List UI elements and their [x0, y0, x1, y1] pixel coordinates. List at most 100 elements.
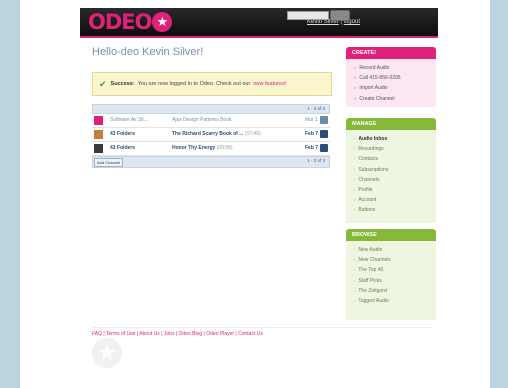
sidebar-item-import-audio[interactable]: ○ Import Audio: [354, 83, 436, 93]
success-text: You are now logged in to Odeo. Check out…: [137, 81, 251, 87]
sidebar-item-zeitgeist[interactable]: › The Zeitgeist: [354, 286, 436, 296]
channel-name[interactable]: Software As Sli...: [110, 117, 148, 123]
sidebar-item-profile[interactable]: › Profile: [354, 185, 436, 195]
sidebar-item-create-channel[interactable]: ○ Create Channel: [354, 94, 436, 104]
sidebar-item-label: The Zeitgeist: [358, 287, 388, 294]
sidebar-item-channels[interactable]: › Channels: [354, 175, 436, 185]
sidebar-item-call[interactable]: ○ Call 415-856-0205: [354, 73, 436, 83]
episode-title[interactable]: The Richard Scarry Book of ... (07:48): [172, 131, 261, 137]
sidebar-item-label: The Top 40: [358, 267, 384, 274]
new-features-link[interactable]: new features!: [253, 81, 286, 87]
arrow-icon: ›: [354, 176, 356, 182]
arrow-icon: ›: [354, 257, 356, 263]
sidebar-item-label: Buttons: [358, 207, 376, 214]
episode-duration: (09:56): [216, 145, 233, 151]
arrow-icon: ›: [354, 197, 356, 203]
manage-panel: MANAGE › Audio Inbox › Recordings › Contact…: [346, 118, 436, 223]
table-row[interactable]: 43 Folders Honor Thy Energy (09:56) Feb …: [92, 142, 330, 156]
play-icon[interactable]: [320, 130, 328, 138]
table-footer: Add Channel 1 - 3 of 3: [92, 156, 330, 168]
logo-text: ODEO: [88, 10, 152, 34]
success-message: ✔ Success: You are now logged in to Odeo…: [92, 72, 332, 96]
search-input[interactable]: [287, 11, 329, 20]
sidebar-item-label: Recordings: [358, 146, 384, 153]
episode-date: Mar 1: [305, 117, 318, 123]
sidebar-item-label: Create Channel: [359, 95, 395, 102]
arrow-icon: ›: [354, 136, 356, 141]
sidebar-item-recordings[interactable]: › Recordings: [354, 144, 436, 154]
sidebar-item-staff-picks[interactable]: › Staff Picks: [354, 276, 436, 286]
create-panel-title: CREATE!: [346, 47, 436, 59]
sidebar-item-label: Audio Inbox: [358, 136, 388, 142]
sidebar-item-label: New Audio: [358, 247, 383, 253]
success-label: Success:: [110, 81, 135, 87]
channel-name[interactable]: 43 Folders: [110, 131, 135, 137]
top-header: ODEO ★ Kevin Silver | logout: [80, 8, 438, 38]
bullet-icon: ○: [354, 85, 357, 91]
pager-bottom: 1 - 3 of 3: [307, 158, 325, 163]
browse-panel: BROWSE › New Audio › New Channels › The Top…: [346, 229, 436, 320]
arrow-icon: ›: [354, 247, 356, 252]
sidebar-item-label: Subscriptions: [358, 166, 389, 173]
browse-menu: › New Audio › New Channels › The Top 40 › St…: [346, 241, 436, 320]
arrow-icon: ›: [354, 298, 356, 304]
sidebar-item-new-audio[interactable]: › New Audio: [354, 245, 436, 255]
star-watermark-icon: ★: [92, 338, 122, 368]
play-icon[interactable]: [320, 116, 328, 124]
page-title: Hello-deo Kevin Silver!: [92, 46, 204, 58]
arrow-icon: ›: [354, 287, 356, 293]
bullet-icon: ○: [354, 75, 357, 81]
sidebar-item-audio-inbox[interactable]: › Audio Inbox: [354, 134, 436, 144]
manage-panel-title: MANAGE: [346, 118, 436, 130]
sidebar-item-label: Channels: [358, 176, 380, 183]
sidebar-item-label: Call 415-856-0205: [359, 75, 401, 82]
table-row[interactable]: 43 Folders The Richard Scarry Book of ..…: [92, 128, 330, 142]
add-channel-button[interactable]: Add Channel: [94, 158, 124, 167]
bullet-icon: ○: [354, 95, 357, 101]
right-frame: [490, 0, 508, 388]
channel-thumbnail: [94, 116, 103, 125]
episode-title[interactable]: Ajax Design Patterns Book: [172, 117, 231, 123]
table-row[interactable]: Software As Sli... Ajax Design Patterns …: [92, 114, 330, 128]
episode-title-text: The Richard Scarry Book of ...: [172, 131, 244, 137]
bullet-icon: ○: [354, 65, 357, 70]
play-icon[interactable]: [320, 144, 328, 152]
manage-menu: › Audio Inbox › Recordings › Contacts › Subs…: [346, 130, 436, 223]
audio-table: 1 - 3 of 3 Software As Sli... Ajax Desig…: [92, 104, 330, 168]
sidebar-item-label: Account: [358, 197, 377, 204]
left-frame: [0, 0, 20, 388]
sidebar-item-buttons[interactable]: › Buttons: [354, 205, 436, 215]
sidebar-item-subscriptions[interactable]: › Subscriptions: [354, 165, 436, 175]
episode-duration: (07:48): [244, 131, 261, 137]
episode-date: Feb 7: [305, 131, 319, 137]
sidebar-item-tagged-audio[interactable]: › Tagged Audio: [354, 296, 436, 306]
episode-title-text: Honor Thy Energy: [172, 145, 216, 151]
create-menu: ○ Record Audio ○ Call 415-856-0205 ○ Import…: [346, 59, 436, 107]
sidebar-item-label: Profile: [358, 187, 373, 194]
arrow-icon: ›: [354, 277, 356, 283]
arrow-icon: ›: [354, 207, 356, 213]
episode-title[interactable]: Honor Thy Energy (09:56): [172, 145, 233, 151]
sidebar-item-label: Staff Picks: [358, 277, 382, 284]
arrow-icon: ›: [354, 267, 356, 273]
arrow-icon: ›: [354, 166, 356, 172]
sidebar-item-new-channels[interactable]: › New Channels: [354, 255, 436, 265]
sidebar-item-label: Tagged Audio: [358, 298, 389, 305]
sidebar-item-contacts[interactable]: › Contacts: [354, 154, 436, 164]
arrow-icon: ›: [354, 146, 356, 152]
sidebar-item-label: New Channels: [358, 257, 391, 264]
search-button[interactable]: [330, 10, 350, 21]
channel-thumbnail: [94, 130, 103, 139]
arrow-icon: ›: [354, 156, 356, 162]
browse-panel-title: BROWSE: [346, 229, 436, 241]
sidebar-item-record-audio[interactable]: ○ Record Audio: [354, 63, 436, 73]
channel-thumbnail: [94, 144, 103, 153]
channel-name[interactable]: 43 Folders: [110, 145, 135, 151]
create-panel: CREATE! ○ Record Audio ○ Call 415-856-0205…: [346, 47, 436, 107]
sidebar-item-top-40[interactable]: › The Top 40: [354, 265, 436, 275]
arrow-icon: ›: [354, 187, 356, 193]
sidebar-item-label: Import Audio: [359, 85, 388, 92]
sidebar-item-account[interactable]: › Account: [354, 195, 436, 205]
footer-links[interactable]: FAQ | Terms of Use | About Us | Jobs | O…: [92, 331, 263, 337]
odeo-logo[interactable]: ODEO ★: [88, 10, 173, 34]
